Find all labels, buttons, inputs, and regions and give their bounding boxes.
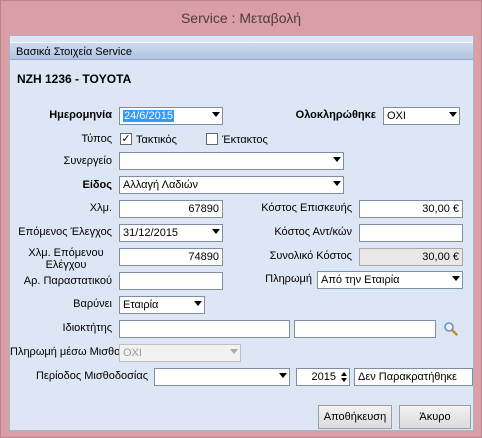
kind-value: Αλλαγή Λαδιών (123, 179, 198, 191)
parts-cost-input[interactable] (359, 224, 463, 242)
repair-cost-label: Κόστος Επισκευής (261, 202, 352, 214)
date-value: 24/6/2015 (123, 110, 174, 122)
payroll-period-label: Περίοδος Μισθοδοσίας (35, 370, 148, 382)
salary-pay-label: Πληρωμή μέσω Μισθοδ. (10, 346, 130, 358)
chevron-down-icon (452, 276, 460, 281)
km-label: Χλμ. (89, 202, 112, 214)
next-check-label: Επόμενος Έλεγχος (18, 226, 112, 238)
kind-select[interactable]: Αλλαγή Λαδιών (119, 176, 344, 194)
type-label: Τύπος (81, 133, 112, 145)
completed-select[interactable]: ΟΧΙ (383, 107, 460, 125)
dialog-window: Service : Μεταβολή Βασικά Στοιχεία Servi… (0, 0, 482, 438)
window-title: Service : Μεταβολή (180, 10, 302, 26)
chevron-down-icon (333, 157, 341, 162)
total-cost-field: 30,00 € (359, 248, 463, 266)
payment-label: Πληρωμή (265, 273, 312, 285)
repair-cost-input[interactable]: 30,00 € (359, 200, 463, 218)
chevron-down-icon (194, 301, 202, 306)
vehicle-caption: ΝΖΗ 1236 - TOYOTA (17, 72, 132, 86)
next-km-label: Χλμ. Επόμενου Ελέγχου (28, 247, 104, 271)
charged-select[interactable]: Εταιρία (119, 296, 205, 314)
chevron-down-icon (230, 349, 238, 354)
parts-cost-label: Κόστος Αντ/κών (274, 226, 352, 238)
receipt-label: Αρ. Παραστατικού (23, 275, 112, 287)
payment-value: Από την Εταιρία (321, 274, 400, 286)
chevron-down-icon (212, 229, 220, 234)
chevron-down-icon (212, 112, 220, 117)
salary-pay-select: ΟΧΙ (119, 344, 241, 362)
spinner-arrows-icon[interactable] (339, 369, 349, 385)
extraordinary-checkbox[interactable] (206, 133, 218, 145)
owner-input-1[interactable] (119, 320, 290, 338)
next-check-value: 31/12/2015 (123, 227, 179, 239)
charged-value: Εταιρία (123, 299, 159, 311)
receipt-input[interactable] (119, 272, 223, 290)
save-button[interactable]: Αποθήκευση (318, 405, 392, 429)
garage-select[interactable] (119, 152, 344, 170)
payroll-period-select[interactable] (154, 368, 290, 386)
chevron-down-icon (449, 112, 457, 117)
next-check-picker[interactable]: 31/12/2015 (119, 224, 223, 242)
regular-label: Τακτικός (136, 134, 177, 146)
completed-value: ΟΧΙ (387, 110, 406, 122)
garage-label: Συνεργείο (63, 155, 112, 167)
chevron-down-icon (333, 181, 341, 186)
extraordinary-label: Έκτακτος (222, 134, 268, 146)
payroll-status-field: Δεν Παρακρατήθηκε (354, 368, 473, 386)
payroll-year-value: 2015 (311, 371, 336, 383)
charged-label: Βαρύνει (73, 298, 112, 310)
total-cost-label: Συνολικό Κόστος (269, 250, 352, 262)
chevron-down-icon (279, 373, 287, 378)
next-km-input[interactable]: 74890 (119, 248, 223, 266)
regular-checkbox[interactable]: ✓ (120, 133, 132, 145)
salary-pay-value: ΟΧΙ (123, 347, 142, 359)
payroll-year-spinner[interactable]: 2015 (296, 368, 350, 386)
dialog-client-area: Βασικά Στοιχεία Service ΝΖΗ 1236 - TOYOT… (9, 35, 474, 431)
km-input[interactable]: 67890 (119, 200, 223, 218)
payment-select[interactable]: Από την Εταιρία (317, 271, 463, 289)
button-bar: Αποθήκευση Άκυρο (10, 398, 473, 430)
date-picker[interactable]: 24/6/2015 (119, 107, 223, 125)
date-label: Ημερομηνία (49, 109, 112, 121)
kind-label: Είδος (82, 179, 112, 191)
completed-label: Ολοκληρώθηκε (295, 109, 376, 121)
owner-input-2[interactable] (294, 320, 436, 338)
owner-label: Ιδιοκτήτης (62, 322, 112, 334)
cancel-button[interactable]: Άκυρο (399, 405, 471, 429)
group-header: Βασικά Στοιχεία Service (10, 42, 473, 60)
search-icon[interactable] (443, 321, 458, 336)
